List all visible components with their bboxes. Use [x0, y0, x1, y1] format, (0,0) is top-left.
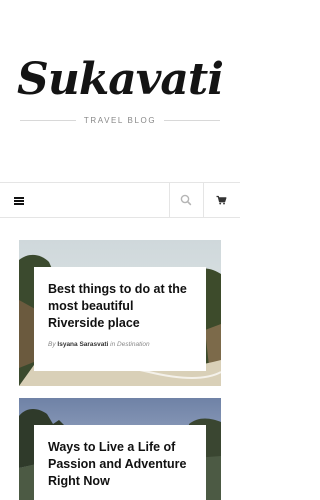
- hamburger-icon: [14, 197, 24, 199]
- cart-icon: [216, 195, 227, 205]
- post-title[interactable]: Best things to do at the most beautiful …: [48, 281, 192, 332]
- cart-button[interactable]: [204, 183, 238, 217]
- site-logo[interactable]: Sukavati: [0, 52, 240, 108]
- post-card-content: Ways to Live a Life of Passion and Adven…: [34, 425, 206, 500]
- tagline-divider-left: [20, 119, 76, 121]
- post-card-content: Best things to do at the most beautiful …: [34, 267, 206, 371]
- menu-button[interactable]: [11, 194, 29, 208]
- post-card[interactable]: Ways to Live a Life of Passion and Adven…: [19, 398, 221, 500]
- post-title[interactable]: Ways to Live a Life of Passion and Adven…: [48, 439, 192, 490]
- tagline-divider-right: [164, 119, 221, 121]
- post-category[interactable]: Destination: [117, 341, 150, 348]
- tagline-row: TRAVEL BLOG: [20, 113, 221, 127]
- post-author[interactable]: Isyana Sarasvati: [57, 341, 108, 348]
- nav-bar: [0, 182, 240, 218]
- post-by-label: By: [48, 341, 56, 348]
- site-tagline: TRAVEL BLOG: [83, 115, 157, 125]
- search-icon: [180, 194, 192, 206]
- post-meta: By Isyana Sarasvati in Destination: [48, 341, 192, 348]
- search-button[interactable]: [170, 183, 202, 217]
- post-in-label: in: [110, 341, 116, 348]
- post-card[interactable]: Best things to do at the most beautiful …: [19, 240, 221, 386]
- site-header: Sukavati TRAVEL BLOG: [0, 0, 240, 182]
